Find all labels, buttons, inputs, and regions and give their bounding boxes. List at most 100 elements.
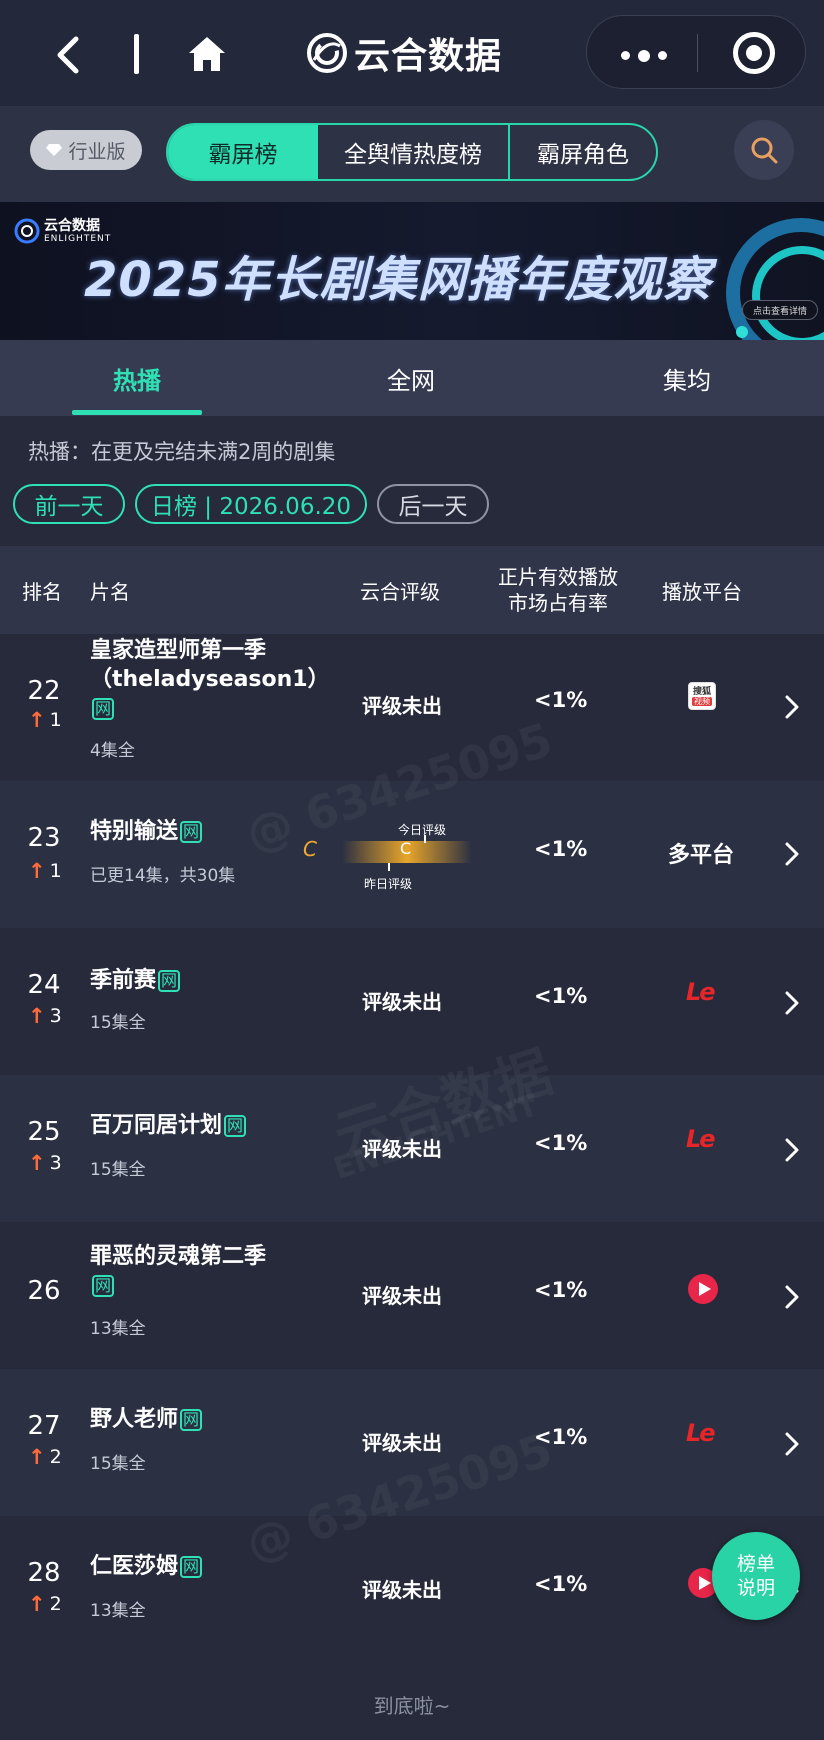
rank-change: ↑ 1	[28, 859, 62, 883]
chevron-right-icon[interactable]	[784, 1284, 800, 1310]
banner-title: 2025年长剧集网播年度观察	[84, 252, 712, 308]
ranking-type-bar: 行业版 霸屏榜 全舆情热度榜 霸屏角色	[0, 106, 824, 202]
table-row[interactable]: 22 ↑ 1 皇家造型师第一季（theladyseason1）网 4集全 评级未出…	[0, 634, 824, 781]
segment-dominance-role[interactable]: 霸屏角色	[510, 125, 656, 179]
table-row[interactable]: 25 ↑ 3 百万同居计划网 15集全 评级未出 <1% Le	[0, 1075, 824, 1222]
app-title: 云合数据	[354, 36, 503, 77]
search-icon	[751, 137, 778, 164]
web-tag: 网	[92, 1275, 115, 1297]
grade-today-value: C	[400, 839, 412, 858]
segment-sentiment-heat-chart[interactable]: 全舆情热度榜	[318, 125, 510, 179]
episode-status: 13集全	[90, 1601, 146, 1621]
grade-value: 评级未出	[362, 1284, 442, 1308]
web-tag: 网	[180, 1409, 203, 1431]
market-share-value: <1%	[534, 688, 588, 712]
episode-status: 15集全	[90, 1454, 146, 1474]
chevron-right-icon[interactable]	[784, 694, 800, 720]
header-market-share: 正片有效播放市场占有率	[498, 565, 618, 615]
chart-explanation-label: 榜单说明	[736, 1553, 775, 1599]
grade-yesterday-value: C	[303, 837, 317, 861]
diamond-icon	[46, 144, 63, 156]
episode-status: 15集全	[90, 1160, 146, 1180]
app-brand: 云合数据	[306, 28, 502, 78]
chevron-right-icon[interactable]	[784, 1431, 800, 1457]
table-row[interactable]: 23 ↑ 1 特别输送网 已更14集，共30集 C C 今日评级 昨日评级 <1%…	[0, 781, 824, 928]
chevron-right-icon[interactable]	[784, 1137, 800, 1163]
list-description: 热播：在更及完结未满2周的剧集	[28, 440, 336, 464]
rank-change: ↑ 2	[28, 1445, 62, 1469]
nav-divider	[134, 34, 139, 74]
market-share-value: <1%	[534, 1278, 588, 1302]
web-tag: 网	[92, 698, 115, 720]
annual-report-banner[interactable]: 云合数据 ENLIGHTENT 2025年长剧集网播年度观察 点击查看详情	[0, 202, 824, 340]
show-title: 野人老师网	[90, 1405, 280, 1434]
chevron-right-icon[interactable]	[784, 841, 800, 867]
row-rank: 27	[27, 1411, 61, 1441]
rank-change: ↑ 2	[28, 1592, 62, 1616]
web-tag: 网	[180, 821, 203, 843]
close-target-icon[interactable]	[733, 32, 775, 74]
row-rank: 22	[27, 676, 61, 706]
market-share-value: <1%	[534, 1572, 588, 1596]
header-rank: 排名	[22, 580, 62, 604]
row-rank: 23	[27, 823, 61, 853]
up-arrow-icon: ↑	[28, 1151, 46, 1175]
mgtv-icon	[688, 1274, 718, 1304]
letv-icon: Le	[686, 1125, 716, 1153]
grade-value: 评级未出	[362, 1137, 442, 1161]
more-icon[interactable]	[621, 49, 667, 62]
industry-badge-label: 行业版	[68, 140, 126, 163]
yunhe-logo-icon	[307, 33, 347, 73]
grade-value: 评级未出	[362, 990, 442, 1014]
episode-status: 已更14集，共30集	[90, 866, 236, 886]
show-title: 季前赛网	[90, 966, 280, 995]
episode-status: 15集全	[90, 1013, 146, 1033]
show-title: 罪恶的灵魂第二季网	[90, 1244, 267, 1297]
prev-day-button[interactable]: 前一天	[13, 484, 125, 524]
next-day-button[interactable]: 后一天	[377, 484, 489, 524]
tab-hot-airing[interactable]: 热播	[72, 340, 202, 416]
web-tag: 网	[224, 1115, 247, 1137]
web-tag: 网	[180, 1556, 203, 1578]
show-title: 特别输送网	[90, 817, 280, 846]
grade-today-label: 今日评级	[398, 823, 447, 837]
letv-icon: Le	[686, 978, 716, 1006]
platform-multi: 多平台	[668, 843, 735, 868]
up-arrow-icon: ↑	[28, 1445, 46, 1469]
up-arrow-icon: ↑	[28, 1004, 46, 1028]
top-nav-bar: 云合数据	[0, 0, 824, 106]
chart-explanation-button[interactable]: 榜单说明	[712, 1532, 800, 1620]
search-button[interactable]	[734, 120, 794, 180]
up-arrow-icon: ↑	[28, 708, 46, 732]
date-selector[interactable]: 日榜 | 2026.06.20	[135, 484, 367, 524]
home-icon[interactable]	[186, 34, 228, 74]
sohu-video-icon: 搜狐 视频	[688, 682, 716, 710]
header-grade: 云合评级	[360, 580, 440, 604]
industry-edition-badge[interactable]: 行业版	[30, 130, 142, 170]
market-share-value: <1%	[534, 837, 588, 861]
table-row[interactable]: 24 ↑ 3 季前赛网 15集全 评级未出 <1% Le	[0, 928, 824, 1075]
back-arrow-icon[interactable]	[52, 35, 86, 75]
table-row[interactable]: 28 ↑ 2 仁医莎姆网 13集全 评级未出 <1%	[0, 1516, 824, 1663]
table-row[interactable]: 26 罪恶的灵魂第二季网 13集全 评级未出 <1%	[0, 1222, 824, 1369]
row-rank: 26	[27, 1276, 61, 1306]
grade-value: 评级未出	[362, 694, 442, 718]
tab-all-network[interactable]: 全网	[346, 340, 476, 416]
banner-carousel-dot	[736, 326, 748, 338]
market-share-value: <1%	[534, 1131, 588, 1155]
episode-status: 13集全	[90, 1319, 146, 1339]
row-rank: 25	[27, 1117, 61, 1147]
table-header: 排名 片名 云合评级 正片有效播放市场占有率 播放平台	[0, 546, 824, 634]
table-row[interactable]: 27 ↑ 2 野人老师网 15集全 评级未出 <1% Le	[0, 1369, 824, 1516]
web-tag: 网	[158, 970, 181, 992]
tab-per-episode[interactable]: 集均	[622, 340, 752, 416]
mini-program-capsule	[586, 15, 806, 89]
banner-cta-button[interactable]: 点击查看详情	[742, 300, 818, 320]
header-title: 片名	[90, 580, 130, 604]
rank-change: ↑ 3	[28, 1004, 62, 1028]
segment-dominance-chart[interactable]: 霸屏榜	[168, 125, 318, 179]
scope-tabs: 热播 全网 集均	[0, 340, 824, 416]
show-title: 仁医莎姆网	[90, 1552, 280, 1581]
row-rank: 28	[27, 1558, 61, 1588]
chevron-right-icon[interactable]	[784, 990, 800, 1016]
